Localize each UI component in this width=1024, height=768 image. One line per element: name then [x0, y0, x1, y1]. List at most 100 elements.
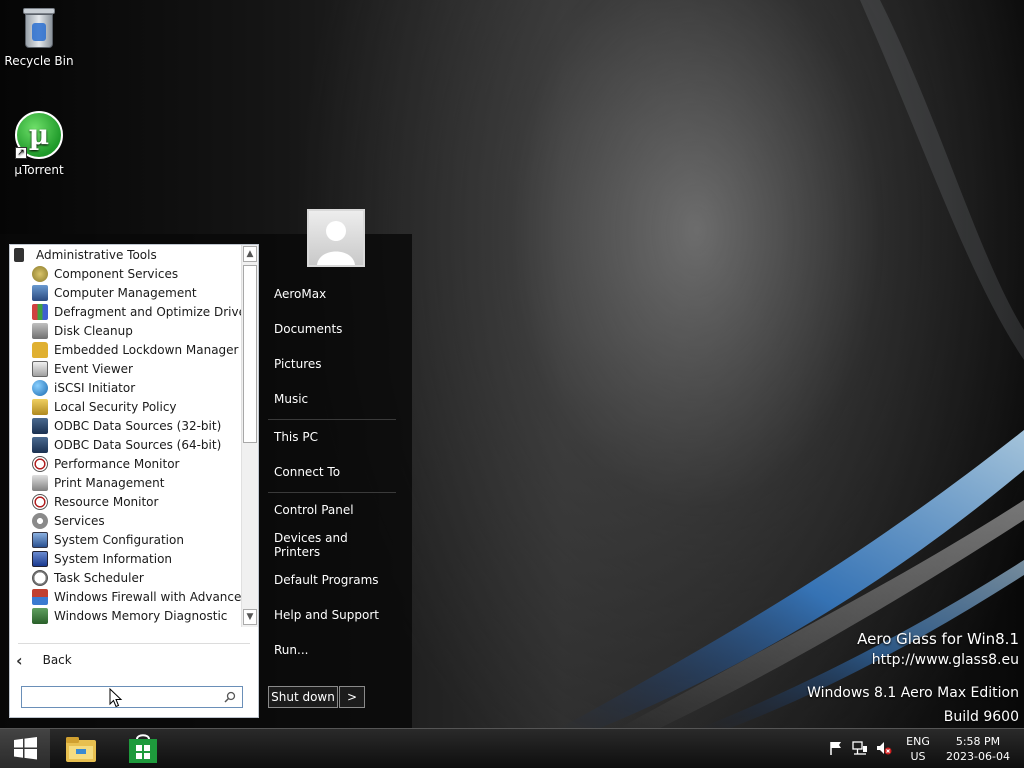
- scroll-up-button[interactable]: ▲: [243, 246, 257, 262]
- firewall-icon: [32, 588, 48, 605]
- taskbar-store[interactable]: [122, 732, 164, 766]
- start-link-connect-to[interactable]: Connect To: [268, 457, 396, 487]
- store-icon: [129, 734, 157, 763]
- action-center-flag-icon[interactable]: [828, 740, 844, 756]
- shortcut-arrow-icon: ↗: [15, 147, 27, 159]
- program-item[interactable]: iSCSI Initiator: [10, 378, 242, 397]
- program-item[interactable]: Disk Cleanup: [10, 321, 242, 340]
- program-folder-administrative-tools[interactable]: Administrative Tools: [10, 245, 242, 264]
- program-item[interactable]: ODBC Data Sources (32-bit): [10, 416, 242, 435]
- start-link-label: Default Programs: [274, 573, 379, 587]
- search-icon[interactable]: [224, 691, 236, 703]
- program-item-label: Performance Monitor: [54, 456, 180, 471]
- program-item-label: System Configuration: [54, 532, 184, 547]
- program-item-label: Disk Cleanup: [54, 323, 133, 338]
- input-language-indicator[interactable]: ENG US: [902, 734, 934, 764]
- program-item[interactable]: System Configuration: [10, 530, 242, 549]
- program-item[interactable]: Services: [10, 511, 242, 530]
- scroll-thumb[interactable]: [243, 265, 257, 443]
- program-item[interactable]: Performance Monitor: [10, 454, 242, 473]
- desktop-icon-utorrent[interactable]: µ ↗ µTorrent: [1, 111, 77, 177]
- start-link-help-and-support[interactable]: Help and Support: [268, 600, 396, 630]
- start-link-label: Connect To: [274, 465, 341, 479]
- divider: [268, 492, 396, 493]
- start-search-input[interactable]: [21, 686, 243, 708]
- watermark-line: Build 9600: [943, 709, 1019, 725]
- program-item[interactable]: Windows Memory Diagnostic: [10, 606, 242, 625]
- watermark-line: Windows 8.1 Aero Max Edition: [807, 685, 1019, 701]
- start-link-label: Documents: [274, 322, 343, 336]
- shutdown-button[interactable]: Shut down: [268, 686, 338, 708]
- start-link-music[interactable]: Music: [268, 384, 396, 414]
- clock-date: 2023-06-04: [946, 750, 1010, 763]
- taskbar-file-explorer[interactable]: [60, 732, 102, 766]
- start-link-aeromax[interactable]: AeroMax: [268, 279, 396, 309]
- program-item-label: Embedded Lockdown Manager: [54, 342, 239, 357]
- program-item-label: iSCSI Initiator: [54, 380, 136, 395]
- odbc-icon: [32, 436, 48, 453]
- program-item-label: Local Security Policy: [54, 399, 177, 414]
- scroll-down-button[interactable]: ▼: [243, 609, 257, 625]
- program-item[interactable]: Embedded Lockdown Manager: [10, 340, 242, 359]
- start-link-default-programs[interactable]: Default Programs: [268, 565, 396, 595]
- start-link-pictures[interactable]: Pictures: [268, 349, 396, 379]
- program-item[interactable]: Resource Monitor: [10, 492, 242, 511]
- language-code: ENG: [906, 735, 930, 748]
- program-item[interactable]: Windows Firewall with Advanced Se: [10, 587, 242, 606]
- folder-icon: [14, 247, 24, 262]
- start-link-label: Pictures: [274, 357, 322, 371]
- program-item-label: System Information: [54, 551, 173, 566]
- program-list-scrollbar[interactable]: ▲ ▼: [241, 245, 258, 627]
- program-item[interactable]: Computer Management: [10, 283, 242, 302]
- program-list-pane: Administrative Tools Component Services …: [9, 244, 259, 718]
- start-link-label: Control Panel: [274, 503, 354, 517]
- program-item[interactable]: Local Security Policy: [10, 397, 242, 416]
- program-item-label: Services: [54, 513, 105, 528]
- program-item[interactable]: Component Services: [10, 264, 242, 283]
- start-button[interactable]: [0, 729, 50, 768]
- desktop-icon-label: Recycle Bin: [4, 54, 74, 68]
- back-button[interactable]: ‹ Back: [16, 649, 72, 671]
- program-item-label: Event Viewer: [54, 361, 133, 376]
- program-item[interactable]: ODBC Data Sources (64-bit): [10, 435, 242, 454]
- recycle-bin-icon: [21, 6, 57, 50]
- divider: [18, 643, 250, 644]
- volume-muted-icon[interactable]: [876, 740, 892, 756]
- back-label: Back: [42, 653, 72, 667]
- network-icon[interactable]: [852, 740, 868, 756]
- program-item[interactable]: Print Management: [10, 473, 242, 492]
- disk-cleanup-icon: [32, 322, 48, 339]
- program-item-label: Windows Firewall with Advanced Se: [54, 589, 242, 604]
- clock[interactable]: 5:58 PM 2023-06-04: [940, 734, 1016, 764]
- program-item[interactable]: Defragment and Optimize Drives: [10, 302, 242, 321]
- system-configuration-icon: [32, 531, 48, 548]
- start-link-run[interactable]: Run...: [268, 635, 396, 665]
- printer-icon: [32, 474, 48, 491]
- user-avatar[interactable]: [307, 209, 365, 267]
- program-item[interactable]: Task Scheduler: [10, 568, 242, 587]
- program-item-label: Task Scheduler: [54, 570, 144, 585]
- program-item-label: Windows Memory Diagnostic: [54, 608, 228, 623]
- event-viewer-icon: [32, 360, 48, 377]
- watermark-line: http://www.glass8.eu: [871, 652, 1019, 668]
- start-link-label: Music: [274, 392, 309, 406]
- start-link-documents[interactable]: Documents: [268, 314, 396, 344]
- start-link-this-pc[interactable]: This PC: [268, 422, 396, 452]
- shutdown-label: Shut down: [271, 690, 335, 704]
- gauge-icon: [32, 493, 48, 510]
- program-item-label: Defragment and Optimize Drives: [54, 304, 242, 319]
- defragment-icon: [32, 303, 48, 320]
- program-list: Administrative Tools Component Services …: [10, 245, 242, 629]
- windows-logo-icon: [14, 737, 37, 760]
- shutdown-options-button[interactable]: >: [339, 686, 365, 708]
- start-link-devices-and-printers[interactable]: Devices and Printers: [268, 530, 396, 560]
- program-item[interactable]: System Information: [10, 549, 242, 568]
- program-item[interactable]: Event Viewer: [10, 359, 242, 378]
- start-link-label: Help and Support: [274, 608, 379, 622]
- program-item-label: Print Management: [54, 475, 165, 490]
- chevron-right-icon: >: [346, 690, 358, 704]
- start-link-control-panel[interactable]: Control Panel: [268, 495, 396, 525]
- desktop-icon-recycle-bin[interactable]: Recycle Bin: [1, 6, 77, 68]
- lock-icon: [32, 341, 48, 358]
- odbc-icon: [32, 417, 48, 434]
